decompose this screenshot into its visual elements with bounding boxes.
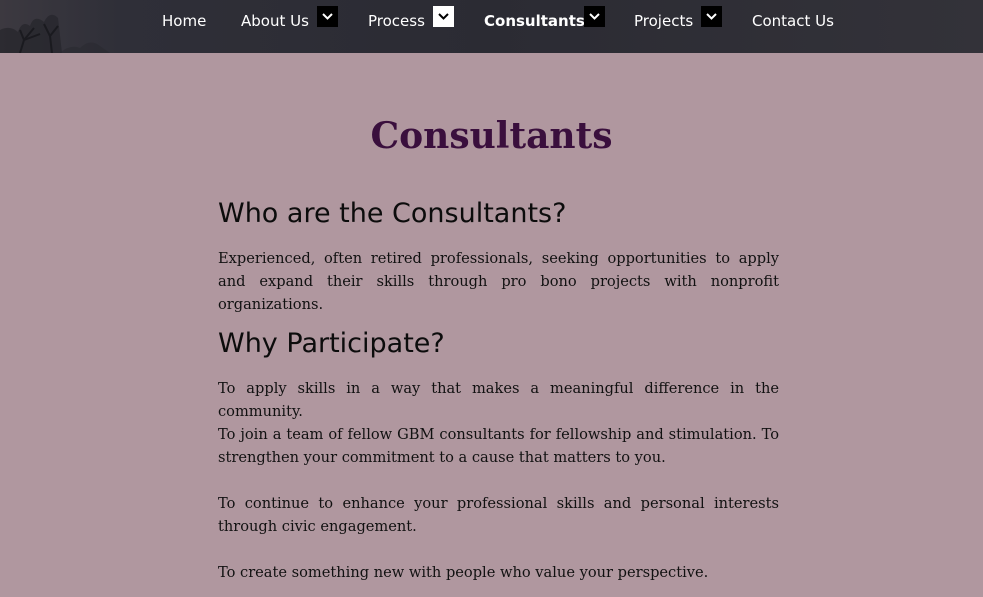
paragraph: Experienced, often retired professionals… <box>218 250 779 313</box>
consultants-dropdown-toggle[interactable] <box>584 6 605 27</box>
paragraph: To continue to enhance your professional… <box>218 495 779 535</box>
nav-contact-us-link[interactable]: Contact Us <box>752 0 834 42</box>
chevron-down-icon <box>584 6 605 27</box>
paragraph: To create something new with people who … <box>218 564 709 581</box>
nav-projects-link[interactable]: Projects <box>634 0 693 42</box>
nav-home-link[interactable]: Home <box>162 0 206 42</box>
paragraph: To apply skills in a way that makes a me… <box>218 380 779 420</box>
process-dropdown-toggle[interactable] <box>433 6 454 27</box>
about-us-dropdown-toggle[interactable] <box>317 6 338 27</box>
nav-consultants-link[interactable]: Consultants <box>484 0 585 42</box>
section-heading-why: Why Participate? <box>218 328 445 359</box>
paragraph: To join a team of fellow GBM consultants… <box>218 426 779 466</box>
projects-dropdown-toggle[interactable] <box>701 6 722 27</box>
page-title: Consultants <box>370 115 613 157</box>
chevron-down-icon <box>317 6 338 27</box>
chevron-down-icon <box>433 6 454 27</box>
nav-about-us-link[interactable]: About Us <box>241 0 309 42</box>
nav-process-link[interactable]: Process <box>368 0 425 42</box>
top-navigation-bar: Home About Us Process Consultants Projec… <box>0 0 983 53</box>
chevron-down-icon <box>701 6 722 27</box>
tree-silhouette-background <box>0 14 110 53</box>
section-heading-who: Who are the Consultants? <box>218 198 567 229</box>
